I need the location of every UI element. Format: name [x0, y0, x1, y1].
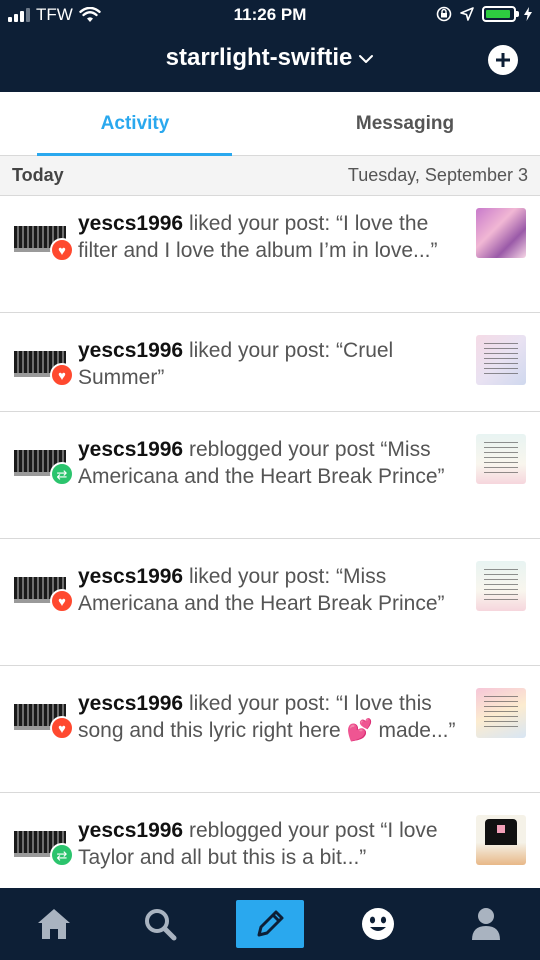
notification-user[interactable]: yescs1996: [78, 438, 183, 461]
notification-user[interactable]: yescs1996: [78, 819, 183, 842]
charging-icon: [524, 7, 532, 21]
section-title: Today: [12, 165, 64, 185]
list-item[interactable]: ⇄ yescs1996 reblogged your post “Miss Am…: [0, 412, 540, 539]
activity-tabs: Activity Messaging: [0, 92, 540, 156]
orientation-lock-icon: [436, 6, 452, 22]
avatar[interactable]: ⇄: [14, 446, 74, 486]
chevron-down-icon: [359, 54, 374, 63]
post-thumbnail[interactable]: [476, 561, 526, 611]
post-thumbnail[interactable]: [476, 815, 526, 865]
heart-icon: ♥: [50, 589, 74, 613]
notification-list: ♥ yescs1996 liked your post: “I love the…: [0, 196, 540, 888]
avatar[interactable]: ♥: [14, 222, 74, 262]
person-icon[interactable]: [464, 902, 508, 946]
top-bar: TFW 11:26 PM starrlight-swiftie: [0, 0, 540, 92]
avatar[interactable]: ♥: [14, 573, 74, 613]
location-icon: [460, 7, 474, 21]
avatar[interactable]: ♥: [14, 700, 74, 740]
notification-user[interactable]: yescs1996: [78, 692, 183, 715]
bottom-nav: [0, 888, 540, 960]
pencil-icon[interactable]: [236, 900, 304, 948]
avatar[interactable]: ⇄: [14, 827, 74, 867]
list-item[interactable]: ♥ yescs1996 liked your post: “I love the…: [0, 196, 540, 313]
status-bar: TFW 11:26 PM: [0, 0, 540, 32]
section-date: Tuesday, September 3: [347, 165, 528, 185]
tab-messaging[interactable]: Messaging: [270, 92, 540, 156]
heart-icon: ♥: [50, 238, 74, 262]
post-thumbnail[interactable]: [476, 208, 526, 258]
list-item[interactable]: ♥ yescs1996 liked your post: “Miss Ameri…: [0, 539, 540, 666]
battery-icon: [482, 6, 519, 22]
post-thumbnail[interactable]: [476, 434, 526, 484]
reblog-icon: ⇄: [50, 462, 74, 486]
heart-icon: ♥: [50, 363, 74, 387]
list-item[interactable]: ⇄ yescs1996 reblogged your post “I love …: [0, 793, 540, 888]
smiley-icon[interactable]: [356, 902, 400, 946]
section-header: Today Tuesday, September 3: [0, 156, 540, 196]
notification-user[interactable]: yescs1996: [78, 212, 183, 235]
notification-user[interactable]: yescs1996: [78, 565, 183, 588]
blog-switcher[interactable]: starrlight-swiftie: [0, 44, 540, 72]
notification-user[interactable]: yescs1996: [78, 339, 183, 362]
list-item[interactable]: ♥ yescs1996 liked your post: “Cruel Summ…: [0, 313, 540, 412]
avatar[interactable]: ♥: [14, 347, 74, 387]
tab-activity[interactable]: Activity: [0, 92, 270, 156]
reblog-icon: ⇄: [50, 843, 74, 867]
heart-icon: ♥: [50, 716, 74, 740]
home-icon[interactable]: [32, 902, 76, 946]
post-thumbnail[interactable]: [476, 335, 526, 385]
search-icon[interactable]: [138, 902, 182, 946]
post-thumbnail[interactable]: [476, 688, 526, 738]
blog-name: starrlight-swiftie: [165, 44, 353, 71]
plus-circle-icon[interactable]: [488, 45, 518, 75]
list-item[interactable]: ♥ yescs1996 liked your post: “I love thi…: [0, 666, 540, 793]
